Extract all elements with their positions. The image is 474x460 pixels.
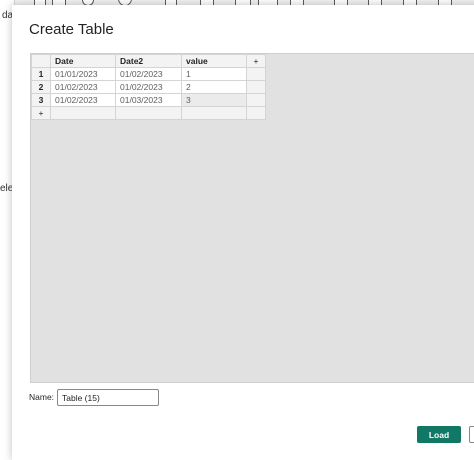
table-cell[interactable]: 1	[181, 67, 247, 81]
create-table-dialog: Create Table Date Date2 value + 1 01/01/…	[12, 5, 474, 460]
table-cell[interactable]: 01/03/2023	[115, 93, 182, 107]
row-number[interactable]: 2	[31, 80, 51, 94]
empty-cell	[115, 106, 182, 120]
header-row: Date Date2 value +	[31, 54, 266, 68]
table-name-input[interactable]	[57, 389, 159, 406]
dialog-title: Create Table	[29, 21, 114, 38]
corner-cell[interactable]	[31, 54, 51, 68]
table-cell[interactable]: 2	[181, 80, 247, 94]
table-cell[interactable]: 01/01/2023	[50, 67, 116, 81]
empty-cell	[246, 93, 266, 107]
empty-cell	[246, 67, 266, 81]
table-row: 3 01/02/2023 01/03/2023 3	[31, 93, 266, 107]
column-header-date2[interactable]: Date2	[115, 54, 182, 68]
row-number[interactable]: 3	[31, 93, 51, 107]
cancel-button[interactable]	[469, 426, 474, 443]
column-header-date[interactable]: Date	[50, 54, 116, 68]
table-row: 1 01/01/2023 01/02/2023 1	[31, 67, 266, 81]
add-column-button[interactable]: +	[246, 54, 266, 68]
table-cell[interactable]: 01/02/2023	[115, 67, 182, 81]
table-cell[interactable]: 01/02/2023	[50, 93, 116, 107]
empty-cell	[246, 80, 266, 94]
empty-cell	[50, 106, 116, 120]
empty-cell	[246, 106, 266, 120]
add-row-button[interactable]: +	[31, 106, 51, 120]
add-row: +	[31, 106, 266, 120]
table-cell[interactable]: 01/02/2023	[115, 80, 182, 94]
data-grid: Date Date2 value + 1 01/01/2023 01/02/20…	[31, 54, 266, 120]
load-button[interactable]: Load	[417, 426, 461, 443]
column-header-value[interactable]: value	[181, 54, 247, 68]
table-cell-selected[interactable]: 3	[181, 93, 247, 107]
table-cell[interactable]: 01/02/2023	[50, 80, 116, 94]
empty-cell	[181, 106, 247, 120]
table-row: 2 01/02/2023 01/02/2023 2	[31, 80, 266, 94]
name-label: Name:	[29, 392, 55, 402]
row-number[interactable]: 1	[31, 67, 51, 81]
table-editor-area: Date Date2 value + 1 01/01/2023 01/02/20…	[30, 53, 474, 383]
